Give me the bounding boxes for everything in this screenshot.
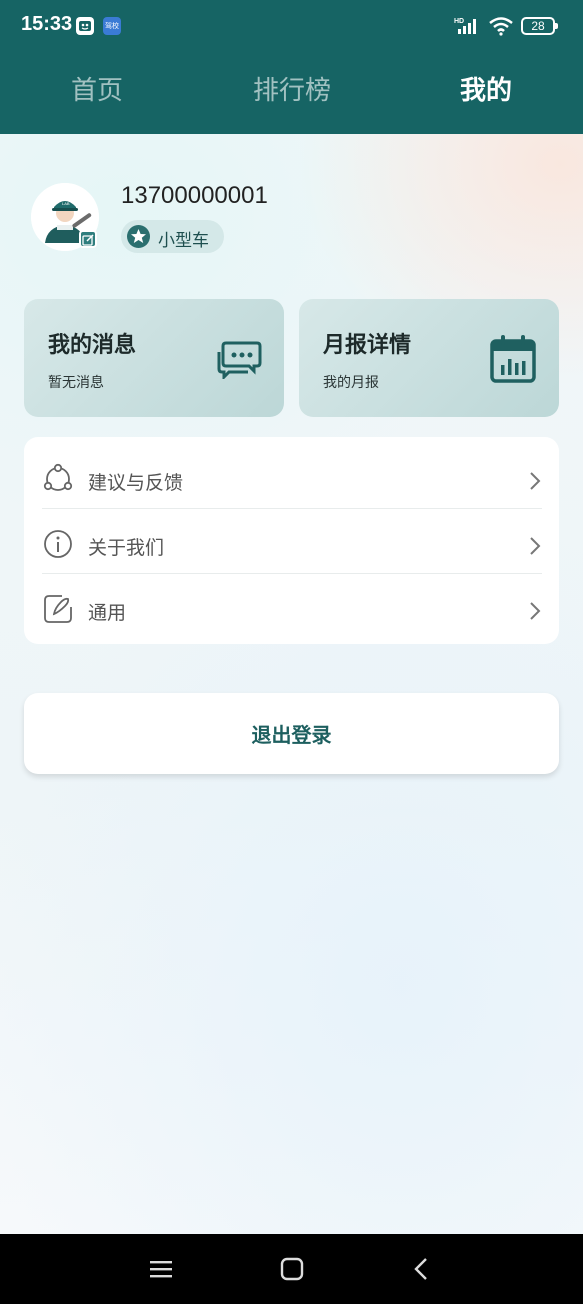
- svg-text:HD: HD: [454, 18, 464, 25]
- monthly-report-card[interactable]: 月报详情 我的月报: [299, 299, 559, 417]
- battery-icon: 28: [521, 17, 558, 35]
- tab-ranking[interactable]: 排行榜: [232, 70, 352, 110]
- logout-label: 退出登录: [251, 723, 332, 747]
- chevron-right-icon: [530, 472, 541, 490]
- menu-item-feedback-label: 建议与反馈: [88, 472, 184, 494]
- wifi-icon: [489, 17, 513, 36]
- menu-item-about[interactable]: 关于我们: [42, 509, 542, 574]
- menu-item-general[interactable]: 通用: [42, 574, 542, 639]
- status-time: 15:33: [21, 13, 73, 35]
- monthly-report-subtitle: 我的月报: [323, 375, 379, 391]
- calendar-icon: [490, 335, 536, 383]
- monthly-report-title: 月报详情: [323, 333, 412, 358]
- vehicle-type-label: 小型车: [158, 231, 209, 251]
- messages-subtitle: 暂无消息: [48, 375, 104, 391]
- tab-mine[interactable]: 我的: [426, 70, 546, 110]
- back-icon[interactable]: [410, 1257, 434, 1281]
- info-icon: [44, 530, 72, 558]
- menu-item-about-label: 关于我们: [88, 537, 165, 559]
- chevron-right-icon: [530, 602, 541, 620]
- logout-button[interactable]: 退出登录: [24, 693, 559, 774]
- driving-school-notification-icon: 驾校: [103, 17, 121, 35]
- tab-home[interactable]: 首页: [37, 70, 157, 110]
- app-notification-icon: [76, 17, 94, 35]
- vehicle-type-badge: 小型车: [121, 220, 224, 253]
- user-phone: 13700000001: [121, 182, 268, 209]
- status-bar: 15:33 驾校 HD 28: [0, 0, 583, 54]
- star-icon: [127, 225, 150, 248]
- feedback-icon: [43, 463, 73, 491]
- svg-text:LAB: LAB: [62, 201, 70, 206]
- messages-title: 我的消息: [48, 333, 137, 358]
- settings-menu: 建议与反馈 关于我们 通用: [24, 437, 559, 644]
- menu-item-general-label: 通用: [88, 602, 127, 624]
- edit-icon: [44, 595, 72, 623]
- avatar-edit-icon[interactable]: [79, 230, 97, 248]
- menu-item-feedback[interactable]: 建议与反馈: [42, 444, 542, 509]
- app-header: 15:33 驾校 HD 28 首页 排行榜 我的: [0, 0, 583, 134]
- messages-card[interactable]: 我的消息 暂无消息: [24, 299, 284, 417]
- home-icon[interactable]: [280, 1257, 304, 1281]
- menu-icon[interactable]: [149, 1257, 173, 1281]
- chevron-right-icon: [530, 537, 541, 555]
- signal-icon: HD: [454, 18, 476, 34]
- chat-bubbles-icon: [217, 341, 262, 379]
- system-navigation-bar: [0, 1234, 583, 1304]
